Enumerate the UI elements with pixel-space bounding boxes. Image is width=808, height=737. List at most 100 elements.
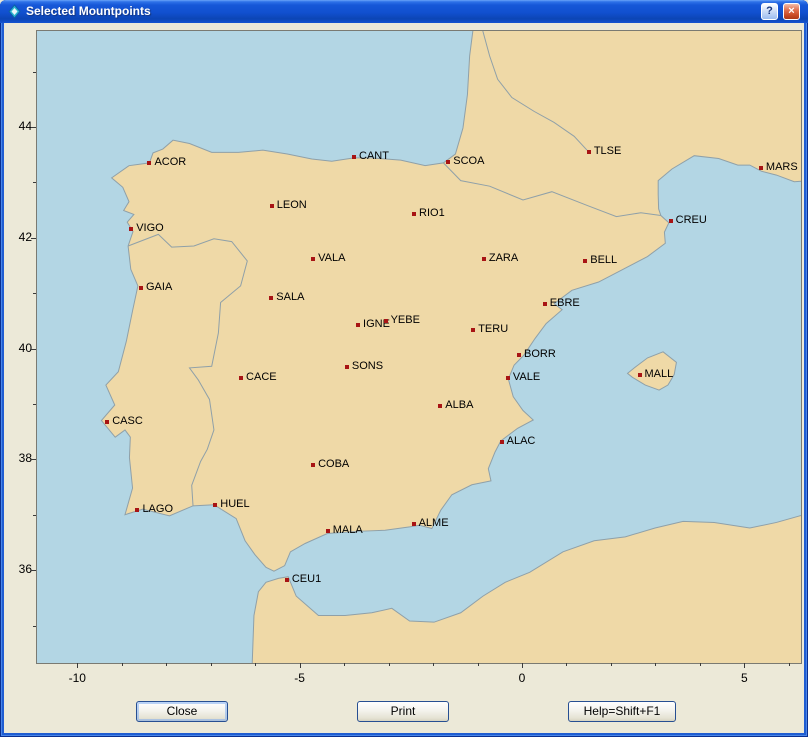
- station-marker-HUEL[interactable]: [213, 503, 217, 507]
- station-label-VALE: VALE: [513, 371, 540, 383]
- station-marker-CACE[interactable]: [239, 376, 243, 380]
- close-button[interactable]: Close: [136, 701, 228, 722]
- station-marker-VIGO[interactable]: [129, 227, 133, 231]
- x-axis-minor-tick: [122, 663, 123, 666]
- x-axis-tick-label: -5: [280, 671, 320, 685]
- station-label-LEON: LEON: [277, 199, 307, 211]
- x-axis-minor-tick: [344, 663, 345, 666]
- y-axis-tick-label: 42: [6, 230, 32, 244]
- y-axis-minor-tick: [33, 626, 36, 627]
- station-label-EBRE: EBRE: [550, 297, 580, 309]
- station-marker-CASC[interactable]: [105, 420, 109, 424]
- station-marker-ALBA[interactable]: [438, 404, 442, 408]
- x-axis-minor-tick: [700, 663, 701, 666]
- station-label-CEU1: CEU1: [292, 573, 321, 585]
- iberia-map: [37, 31, 801, 663]
- station-label-ACOR: ACOR: [154, 156, 186, 168]
- station-label-CANT: CANT: [359, 150, 389, 162]
- station-label-LAGO: LAGO: [142, 503, 173, 515]
- x-axis-minor-tick: [611, 663, 612, 666]
- titlebar[interactable]: Selected Mountpoints ? ×: [0, 0, 808, 23]
- station-marker-BORR[interactable]: [517, 353, 521, 357]
- app-icon: [7, 4, 22, 19]
- station-marker-SCOA[interactable]: [446, 160, 450, 164]
- station-label-RIO1: RIO1: [419, 207, 445, 219]
- station-label-ALBA: ALBA: [445, 399, 473, 411]
- station-marker-SONS[interactable]: [345, 365, 349, 369]
- station-label-SONS: SONS: [352, 360, 383, 372]
- x-axis-minor-tick: [255, 663, 256, 666]
- station-marker-GAIA[interactable]: [139, 286, 143, 290]
- station-label-CASC: CASC: [112, 415, 143, 427]
- station-marker-VALE[interactable]: [506, 376, 510, 380]
- station-marker-RIO1[interactable]: [412, 212, 416, 216]
- station-marker-CREU[interactable]: [669, 219, 673, 223]
- x-axis-major-tick: [744, 663, 745, 668]
- y-axis-tick-label: 44: [6, 119, 32, 133]
- station-marker-LEON[interactable]: [270, 204, 274, 208]
- station-marker-MALL[interactable]: [638, 373, 642, 377]
- station-marker-CANT[interactable]: [352, 155, 356, 159]
- y-axis-minor-tick: [33, 404, 36, 405]
- station-marker-TERU[interactable]: [471, 328, 475, 332]
- y-axis-major-tick: [31, 570, 36, 571]
- x-axis-minor-tick: [789, 663, 790, 666]
- x-axis-minor-tick: [389, 663, 390, 666]
- y-axis-major-tick: [31, 238, 36, 239]
- station-label-SCOA: SCOA: [453, 155, 484, 167]
- y-axis-tick-label: 40: [6, 341, 32, 355]
- x-axis-major-tick: [300, 663, 301, 668]
- station-marker-ALME[interactable]: [412, 522, 416, 526]
- x-axis-major-tick: [77, 663, 78, 668]
- y-axis-major-tick: [31, 459, 36, 460]
- station-marker-MALA[interactable]: [326, 529, 330, 533]
- help-shortcut-button[interactable]: Help=Shift+F1: [568, 701, 676, 722]
- station-label-ZARA: ZARA: [489, 252, 518, 264]
- station-marker-BELL[interactable]: [583, 259, 587, 263]
- station-label-MALL: MALL: [645, 368, 674, 380]
- station-label-SALA: SALA: [276, 291, 304, 303]
- print-button[interactable]: Print: [357, 701, 449, 722]
- selected-mountpoints-dialog: Selected Mountpoints ? ×: [0, 0, 808, 737]
- station-marker-COBA[interactable]: [311, 463, 315, 467]
- station-label-ALAC: ALAC: [507, 435, 536, 447]
- y-axis-minor-tick: [33, 515, 36, 516]
- station-label-MALA: MALA: [333, 524, 363, 536]
- station-label-COBA: COBA: [318, 458, 349, 470]
- station-marker-EBRE[interactable]: [543, 302, 547, 306]
- x-axis-minor-tick: [655, 663, 656, 666]
- station-label-CACE: CACE: [246, 371, 277, 383]
- station-marker-SALA[interactable]: [269, 296, 273, 300]
- y-axis-major-tick: [31, 349, 36, 350]
- station-label-VALA: VALA: [318, 252, 345, 264]
- y-axis-minor-tick: [33, 72, 36, 73]
- x-axis-minor-tick: [566, 663, 567, 666]
- station-label-HUEL: HUEL: [220, 498, 249, 510]
- station-marker-LAGO[interactable]: [135, 508, 139, 512]
- station-label-YEBE: YEBE: [391, 314, 420, 326]
- station-marker-IGNE[interactable]: [356, 323, 360, 327]
- x-axis-tick-label: 5: [724, 671, 764, 685]
- titlebar-close-button[interactable]: ×: [783, 3, 800, 20]
- y-axis-minor-tick: [33, 293, 36, 294]
- station-label-VIGO: VIGO: [136, 222, 164, 234]
- station-marker-CEU1[interactable]: [285, 578, 289, 582]
- x-axis-major-tick: [522, 663, 523, 668]
- station-marker-TLSE[interactable]: [587, 150, 591, 154]
- station-label-TERU: TERU: [478, 323, 508, 335]
- x-axis-tick-label: 0: [502, 671, 542, 685]
- station-label-CREU: CREU: [676, 214, 707, 226]
- station-marker-ZARA[interactable]: [482, 257, 486, 261]
- mountpoints-map-canvas[interactable]: ACORCANTSCOATLSEMARSVIGOLEONRIO1CREUVALA…: [36, 30, 802, 664]
- station-label-ALME: ALME: [419, 517, 449, 529]
- station-marker-MARS[interactable]: [759, 166, 763, 170]
- station-marker-ACOR[interactable]: [147, 161, 151, 165]
- x-axis-minor-tick: [211, 663, 212, 666]
- titlebar-help-button[interactable]: ?: [761, 3, 778, 20]
- station-marker-VALA[interactable]: [311, 257, 315, 261]
- station-marker-YEBE[interactable]: [384, 319, 388, 323]
- station-label-GAIA: GAIA: [146, 281, 172, 293]
- x-axis-minor-tick: [433, 663, 434, 666]
- iberia-france-landmass: [101, 31, 801, 571]
- station-marker-ALAC[interactable]: [500, 440, 504, 444]
